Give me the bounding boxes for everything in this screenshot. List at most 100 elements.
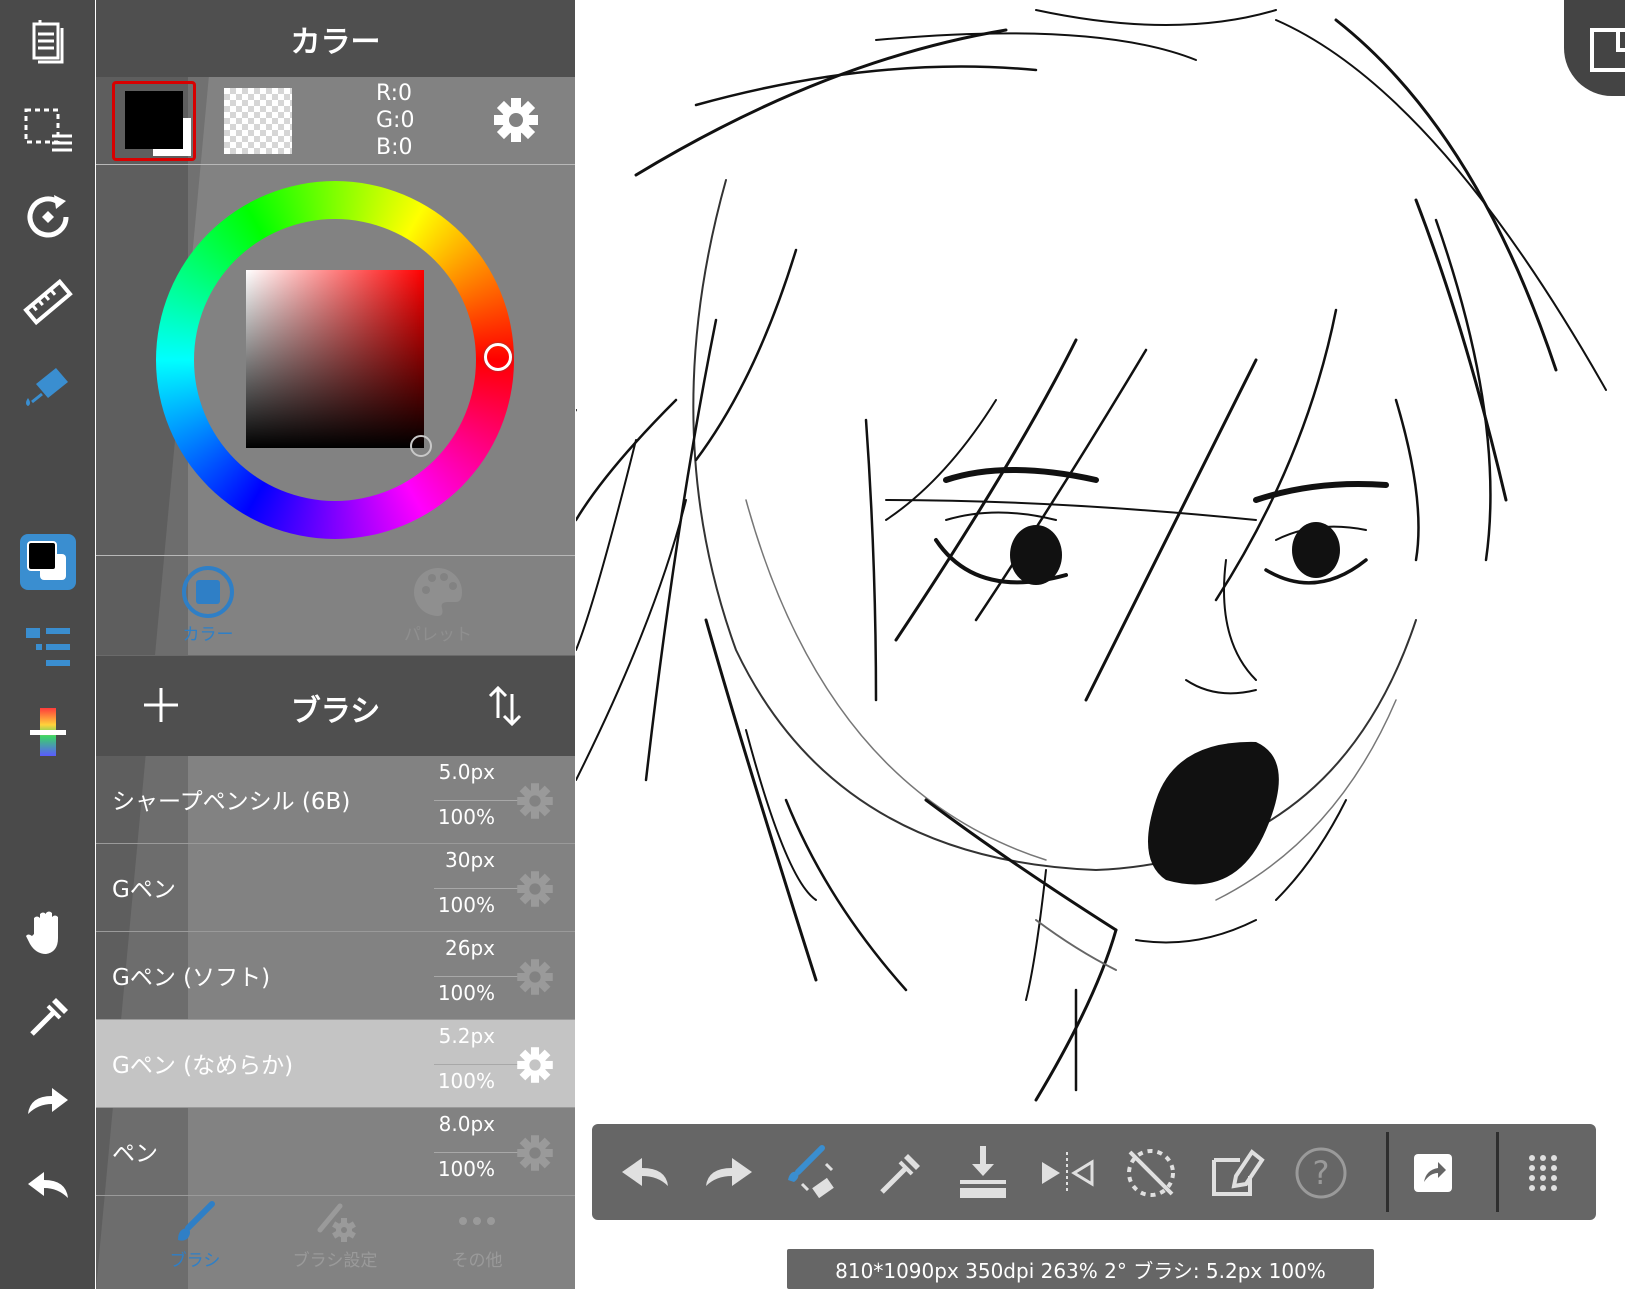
export-button[interactable] [1402, 1142, 1464, 1204]
tab-other[interactable]: その他 [402, 1196, 552, 1288]
brush-tab-icon [178, 1201, 215, 1241]
ruler-icon [23, 278, 73, 326]
brush-settings-gear-icon[interactable] [514, 956, 556, 998]
brush-divider [434, 976, 518, 977]
redo-button[interactable] [698, 1142, 760, 1204]
text-edit-icon [1212, 1149, 1265, 1196]
status-text: 810*1090px 350dpi 263% 2° ブラシ: 5.2px 100… [835, 1258, 1326, 1283]
hand-button[interactable] [14, 898, 82, 966]
red-value: R:0 [376, 81, 413, 106]
eyedropper-icon [30, 998, 68, 1036]
tab-brush[interactable]: ブラシ [120, 1196, 270, 1288]
export-icon [1414, 1154, 1452, 1192]
brush-item[interactable]: Gペン (ソフト) 26px 100% [96, 932, 575, 1020]
color-settings-gear-icon[interactable] [490, 94, 542, 146]
brush-size: 5.0px [438, 760, 495, 784]
brush-divider [434, 1064, 518, 1065]
text-edit-button[interactable] [1206, 1142, 1268, 1204]
saturation-value-marker[interactable] [410, 435, 432, 457]
brush-item[interactable]: シャープペンシル (6B) 5.0px 100% [96, 756, 575, 844]
eyedropper-button[interactable] [868, 1142, 930, 1204]
layer-merge-down-icon [960, 1146, 1006, 1198]
green-value: G:0 [376, 108, 415, 133]
color-swatch-icon [20, 534, 76, 590]
color-swatch-button[interactable] [14, 528, 82, 596]
redo-icon [706, 1158, 752, 1186]
brush-panel-header: ブラシ [96, 655, 575, 756]
brush-name: Gペン [112, 877, 176, 903]
brush-item-selected[interactable]: Gペン (なめらか) 5.2px 100% [96, 1020, 575, 1108]
snap-off-button[interactable] [1120, 1142, 1182, 1204]
color-adjust-button[interactable] [14, 698, 82, 766]
sketch-artwork [576, 9, 1607, 1102]
undo-button[interactable] [14, 1150, 82, 1218]
layer-list-icon [26, 628, 70, 666]
tab-palette[interactable]: パレット [368, 564, 508, 654]
layer-list-button[interactable] [14, 612, 82, 680]
transform-button[interactable] [14, 183, 82, 251]
mouth-shape [1148, 741, 1279, 885]
menu-grid-icon [1529, 1155, 1557, 1191]
sort-brush-icon[interactable] [478, 678, 532, 732]
help-icon: ? [1295, 1147, 1347, 1199]
brush-divider [434, 1152, 518, 1153]
tab-brush-settings[interactable]: ブラシ設定 [260, 1196, 410, 1288]
undo-icon [28, 1172, 68, 1198]
undo-icon [622, 1158, 668, 1186]
brush-name: シャープペンシル (6B) [112, 789, 351, 815]
fill-bucket-icon [26, 368, 68, 406]
color-wheel-area [96, 165, 575, 555]
drawing-canvas[interactable] [576, 0, 1625, 1289]
tab-color[interactable]: カラー [138, 564, 278, 654]
palette-icon [414, 568, 462, 616]
hue-marker[interactable] [484, 343, 512, 371]
brush-item[interactable]: ペン 8.0px 100% [96, 1108, 575, 1196]
fill-bucket-button[interactable] [14, 352, 82, 420]
color-panel-tabs: カラー パレット [96, 555, 575, 656]
tab-color-label: カラー [182, 625, 234, 645]
brush-size: 8.0px [438, 1112, 495, 1136]
brush-divider [434, 888, 518, 889]
transform-icon [27, 195, 69, 238]
tab-palette-label: パレット [404, 625, 472, 645]
brush-settings-gear-icon[interactable] [514, 868, 556, 910]
brush-settings-tab-icon [317, 1203, 356, 1242]
rgb-readout: R:0 G:0 B:0 [376, 80, 414, 161]
brush-eraser-switch-button[interactable] [782, 1142, 844, 1204]
brush-opacity: 100% [437, 893, 495, 917]
redo-button[interactable] [14, 1066, 82, 1134]
transparent-color-swatch[interactable] [224, 88, 292, 154]
snap-off-icon [1127, 1149, 1175, 1197]
foreground-color-swatch[interactable] [125, 91, 183, 149]
brush-item[interactable]: Gペン 30px 100% [96, 844, 575, 932]
eyedropper-icon [880, 1154, 920, 1194]
color-tab-icon [182, 566, 234, 618]
selection-menu-button[interactable] [14, 96, 82, 164]
brush-panel-tabs: ブラシ ブラシ設定 その他 [96, 1190, 575, 1289]
brush-size: 26px [445, 936, 495, 960]
more-icon [459, 1217, 495, 1225]
brush-name: ペン [112, 1141, 158, 1167]
brush-settings-gear-icon[interactable] [514, 1132, 556, 1174]
ruler-button[interactable] [14, 268, 82, 336]
brush-opacity: 100% [437, 805, 495, 829]
color-panel-header: カラー [96, 0, 575, 77]
help-button[interactable]: ? [1290, 1142, 1352, 1204]
tab-brush-settings-label: ブラシ設定 [292, 1251, 378, 1271]
brush-name: Gペン (ソフト) [112, 965, 271, 991]
tab-other-label: その他 [451, 1251, 503, 1271]
layer-merge-down-button[interactable] [952, 1142, 1014, 1204]
eyedropper-button[interactable] [14, 982, 82, 1050]
add-brush-icon[interactable] [134, 678, 188, 732]
flip-horizontal-button[interactable] [1036, 1142, 1098, 1204]
brush-settings-gear-icon[interactable] [514, 780, 556, 822]
brush-settings-gear-icon[interactable] [514, 1044, 556, 1086]
undo-button[interactable] [614, 1142, 676, 1204]
right-eye-pupil [1292, 522, 1340, 578]
blue-value: B:0 [376, 135, 413, 160]
foreground-background-swatch[interactable] [112, 81, 196, 161]
layers-menu-button[interactable] [14, 10, 82, 78]
window-toggle-icon [1590, 28, 1625, 72]
saturation-value-square[interactable] [246, 270, 424, 448]
menu-grid-button[interactable] [1512, 1142, 1574, 1204]
